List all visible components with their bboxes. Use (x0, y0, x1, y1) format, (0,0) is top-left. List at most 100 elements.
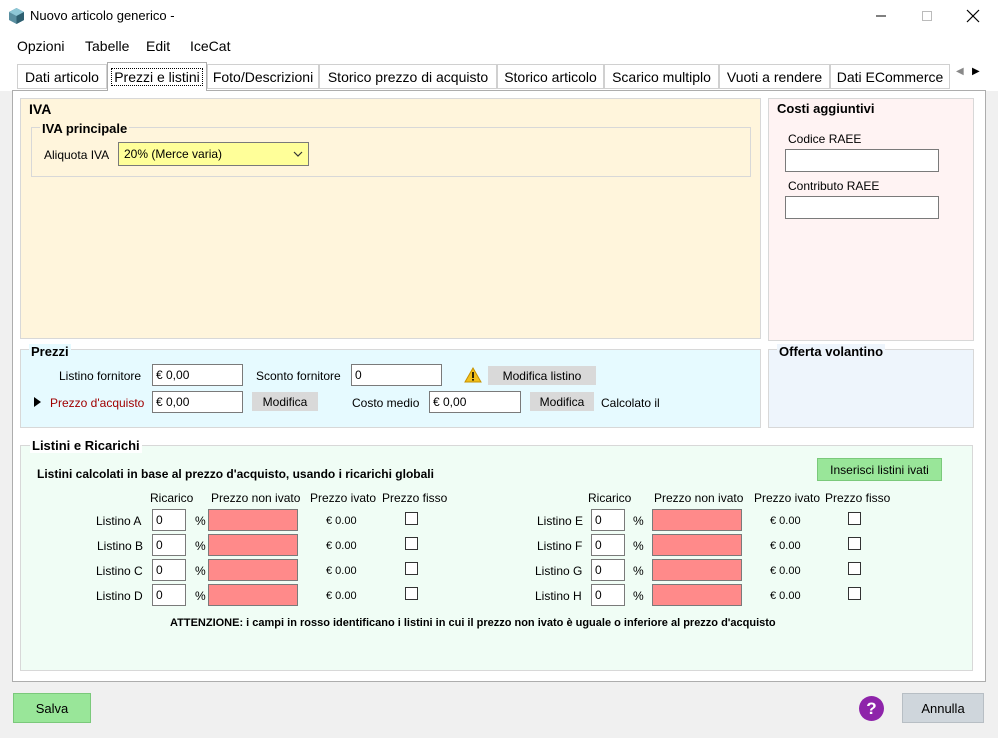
header-prezzo-fisso-right: Prezzo fisso (825, 491, 891, 505)
contributo-raee-label: Contributo RAEE (788, 179, 880, 193)
sconto-fornitore-input[interactable]: 0 (351, 364, 442, 386)
listino-h-label: Listino H (535, 589, 582, 603)
listino-c-prezzo-ivato: € 0.00 (326, 565, 357, 577)
modifica-prezzo-button[interactable]: Modifica (252, 392, 318, 411)
iva-principale-title: IVA principale (40, 121, 130, 136)
listino-fornitore-label: Listino fornitore (59, 369, 142, 383)
listino-b-prezzo-non-ivato-input[interactable] (208, 534, 298, 556)
modifica-listino-button[interactable]: Modifica listino (488, 366, 596, 385)
aliquota-iva-value: 20% (Merce varia) (124, 147, 223, 161)
listino-f-prezzo-fisso-checkbox[interactable] (848, 537, 861, 550)
listino-d-label: Listino D (96, 589, 143, 603)
percent-label: % (633, 514, 644, 528)
iva-title: IVA (29, 101, 52, 117)
minimize-icon (876, 15, 886, 17)
header-prezzo-non-ivato-left: Prezzo non ivato (211, 491, 301, 505)
listino-a-prezzo-fisso-checkbox[interactable] (405, 512, 418, 525)
listino-f-prezzo-non-ivato-input[interactable] (652, 534, 742, 556)
maximize-icon (922, 11, 932, 21)
listino-f-label: Listino F (537, 539, 583, 553)
listino-e-prezzo-non-ivato-input[interactable] (652, 509, 742, 531)
app-icon (9, 8, 24, 24)
listino-f-ricarico-input[interactable]: 0 (591, 534, 625, 556)
menu-tabelle[interactable]: Tabelle (85, 38, 129, 54)
costo-medio-label: Costo medio (352, 396, 420, 410)
percent-label: % (633, 589, 644, 603)
tab-vuoti-a-rendere[interactable]: Vuoti a rendere (719, 64, 830, 89)
listino-g-prezzo-fisso-checkbox[interactable] (848, 562, 861, 575)
listino-b-prezzo-ivato: € 0.00 (326, 540, 357, 552)
help-icon[interactable]: ? (859, 696, 884, 721)
listino-g-label: Listino G (535, 564, 583, 578)
menu-icecat[interactable]: IceCat (190, 38, 230, 54)
menu-edit[interactable]: Edit (146, 38, 170, 54)
tab-prezzi-e-listini[interactable]: Prezzi e listini (107, 62, 207, 91)
listini-subtitle: Listini calcolati in base al prezzo d'ac… (37, 467, 434, 481)
codice-raee-input[interactable] (785, 149, 939, 172)
offerta-volantino-group (768, 349, 974, 428)
listino-c-prezzo-fisso-checkbox[interactable] (405, 562, 418, 575)
listino-d-prezzo-fisso-checkbox[interactable] (405, 587, 418, 600)
listino-g-prezzo-non-ivato-input[interactable] (652, 559, 742, 581)
listino-a-prezzo-non-ivato-input[interactable] (208, 509, 298, 531)
tab-foto-descrizioni[interactable]: Foto/Descrizioni (207, 64, 319, 89)
tab-dati-ecommerce[interactable]: Dati ECommerce (830, 64, 950, 89)
listino-h-prezzo-fisso-checkbox[interactable] (848, 587, 861, 600)
listino-d-ricarico-input[interactable]: 0 (152, 584, 186, 606)
aliquota-iva-select[interactable]: 20% (Merce varia) (118, 142, 309, 166)
listino-e-prezzo-fisso-checkbox[interactable] (848, 512, 861, 525)
annulla-button[interactable]: Annulla (902, 693, 984, 723)
listino-fornitore-input[interactable]: € 0,00 (152, 364, 243, 386)
warning-icon (464, 367, 482, 383)
listino-c-label: Listino C (96, 564, 143, 578)
listino-f-prezzo-ivato: € 0.00 (770, 540, 801, 552)
header-prezzo-ivato-left: Prezzo ivato (310, 491, 377, 505)
listino-g-ricarico-input[interactable]: 0 (591, 559, 625, 581)
chevron-down-icon (293, 151, 303, 157)
tab-scarico-multiplo[interactable]: Scarico multiplo (604, 64, 719, 89)
salva-button[interactable]: Salva (13, 693, 91, 723)
tab-scroll-right-icon[interactable]: ▶ (972, 66, 980, 77)
prezzo-acquisto-input[interactable]: € 0,00 (152, 391, 243, 413)
calcolato-il-label: Calcolato il (601, 396, 660, 410)
listino-e-prezzo-ivato: € 0.00 (770, 515, 801, 527)
percent-label: % (633, 564, 644, 578)
tab-storico-articolo[interactable]: Storico articolo (497, 64, 604, 89)
listino-c-ricarico-input[interactable]: 0 (152, 559, 186, 581)
listino-d-prezzo-ivato: € 0.00 (326, 590, 357, 602)
header-ricarico-right: Ricarico (588, 491, 632, 505)
contributo-raee-input[interactable] (785, 196, 939, 219)
maximize-button[interactable] (904, 0, 950, 32)
percent-label: % (195, 514, 206, 528)
modifica-costo-button[interactable]: Modifica (530, 392, 594, 411)
tab-scroll-left-icon[interactable]: ◀ (956, 66, 964, 77)
listino-b-prezzo-fisso-checkbox[interactable] (405, 537, 418, 550)
minimize-button[interactable] (858, 0, 904, 32)
menu-opzioni[interactable]: Opzioni (17, 38, 64, 54)
prezzo-acquisto-label: Prezzo d'acquisto (50, 396, 145, 410)
close-button[interactable] (950, 0, 996, 32)
percent-label: % (633, 539, 644, 553)
tab-storico-prezzo-acquisto[interactable]: Storico prezzo di acquisto (319, 64, 497, 89)
prezzi-title: Prezzi (29, 344, 71, 359)
listino-a-label: Listino A (96, 514, 142, 528)
costo-medio-input[interactable]: € 0,00 (429, 391, 521, 413)
row-pointer-icon (34, 397, 41, 407)
header-prezzo-ivato-right: Prezzo ivato (754, 491, 821, 505)
tab-dati-articolo[interactable]: Dati articolo (17, 64, 107, 89)
close-icon (966, 9, 980, 23)
offerta-volantino-title: Offerta volantino (777, 344, 886, 359)
costi-aggiuntivi-title: Costi aggiuntivi (777, 101, 875, 116)
inserisci-listini-ivati-button[interactable]: Inserisci listini ivati (817, 458, 942, 481)
listini-title: Listini e Ricarichi (30, 438, 142, 453)
listino-a-ricarico-input[interactable]: 0 (152, 509, 186, 531)
listino-d-prezzo-non-ivato-input[interactable] (208, 584, 298, 606)
listino-b-ricarico-input[interactable]: 0 (152, 534, 186, 556)
listino-e-ricarico-input[interactable]: 0 (591, 509, 625, 531)
listino-h-ricarico-input[interactable]: 0 (591, 584, 625, 606)
listino-h-prezzo-non-ivato-input[interactable] (652, 584, 742, 606)
listino-g-prezzo-ivato: € 0.00 (770, 565, 801, 577)
window-title: Nuovo articolo generico - (30, 8, 175, 23)
listino-c-prezzo-non-ivato-input[interactable] (208, 559, 298, 581)
sconto-fornitore-label: Sconto fornitore (256, 369, 341, 383)
